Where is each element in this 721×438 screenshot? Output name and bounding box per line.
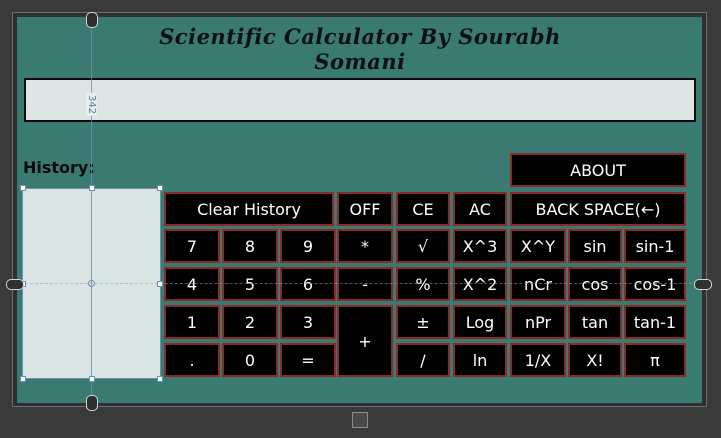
digit-4-button[interactable]: 4 <box>164 267 220 301</box>
square-button[interactable]: X^2 <box>453 267 507 301</box>
atan-button[interactable]: tan-1 <box>624 305 686 339</box>
percent-button[interactable]: % <box>396 267 450 301</box>
resize-handle[interactable] <box>20 376 26 382</box>
resize-handle[interactable] <box>157 281 163 287</box>
backspace-button[interactable]: BACK SPACE(←) <box>510 192 686 226</box>
asin-button[interactable]: sin-1 <box>624 229 686 263</box>
divide-button[interactable]: / <box>396 343 450 377</box>
off-button[interactable]: OFF <box>337 192 393 226</box>
resize-handle[interactable] <box>89 185 95 191</box>
anchor-left-icon[interactable] <box>6 279 24 290</box>
decimal-button[interactable]: . <box>164 343 220 377</box>
pi-button[interactable]: π <box>624 343 686 377</box>
windows-icon <box>352 412 368 428</box>
log-button[interactable]: Log <box>453 305 507 339</box>
app-title: Scientific Calculator By Sourabh Somani <box>159 24 561 74</box>
ce-button[interactable]: CE <box>396 192 450 226</box>
digit-3-button[interactable]: 3 <box>280 305 336 339</box>
plus-minus-button[interactable]: ± <box>396 305 450 339</box>
digit-8-button[interactable]: 8 <box>222 229 278 263</box>
clear-history-button[interactable]: Clear History <box>164 192 334 226</box>
ln-button[interactable]: ln <box>453 343 507 377</box>
digit-9-button[interactable]: 9 <box>280 229 336 263</box>
calculator-display[interactable] <box>24 78 696 122</box>
about-button[interactable]: ABOUT <box>510 153 686 187</box>
guide-measurement-label: 342 <box>86 93 97 117</box>
center-anchor-icon <box>88 280 95 287</box>
cube-button[interactable]: X^3 <box>453 229 507 263</box>
digit-5-button[interactable]: 5 <box>222 267 278 301</box>
vertical-guide-line <box>91 20 92 402</box>
ac-button[interactable]: AC <box>453 192 507 226</box>
ncr-button[interactable]: nCr <box>510 267 566 301</box>
equals-button[interactable]: = <box>280 343 336 377</box>
resize-handle[interactable] <box>20 185 26 191</box>
resize-handle[interactable] <box>157 376 163 382</box>
minus-button[interactable]: - <box>337 267 393 301</box>
digit-0-button[interactable]: 0 <box>222 343 278 377</box>
npr-button[interactable]: nPr <box>510 305 566 339</box>
sin-button[interactable]: sin <box>568 229 622 263</box>
digit-6-button[interactable]: 6 <box>280 267 336 301</box>
factorial-button[interactable]: X! <box>568 343 622 377</box>
plus-button[interactable]: + <box>337 305 393 377</box>
anchor-right-icon[interactable] <box>694 279 712 290</box>
digit-2-button[interactable]: 2 <box>222 305 278 339</box>
acos-button[interactable]: cos-1 <box>624 267 686 301</box>
power-button[interactable]: X^Y <box>510 229 566 263</box>
anchor-top-icon[interactable] <box>86 12 98 28</box>
reciprocal-button[interactable]: 1/X <box>510 343 566 377</box>
resize-handle[interactable] <box>157 185 163 191</box>
anchor-bottom-icon[interactable] <box>86 395 98 411</box>
tan-button[interactable]: tan <box>568 305 622 339</box>
history-label: History: <box>23 158 95 177</box>
cos-button[interactable]: cos <box>568 267 622 301</box>
digit-1-button[interactable]: 1 <box>164 305 220 339</box>
resize-handle[interactable] <box>89 376 95 382</box>
multiply-button[interactable]: * <box>337 229 393 263</box>
digit-7-button[interactable]: 7 <box>164 229 220 263</box>
sqrt-button[interactable]: √ <box>396 229 450 263</box>
horizontal-guide-line <box>20 283 702 284</box>
